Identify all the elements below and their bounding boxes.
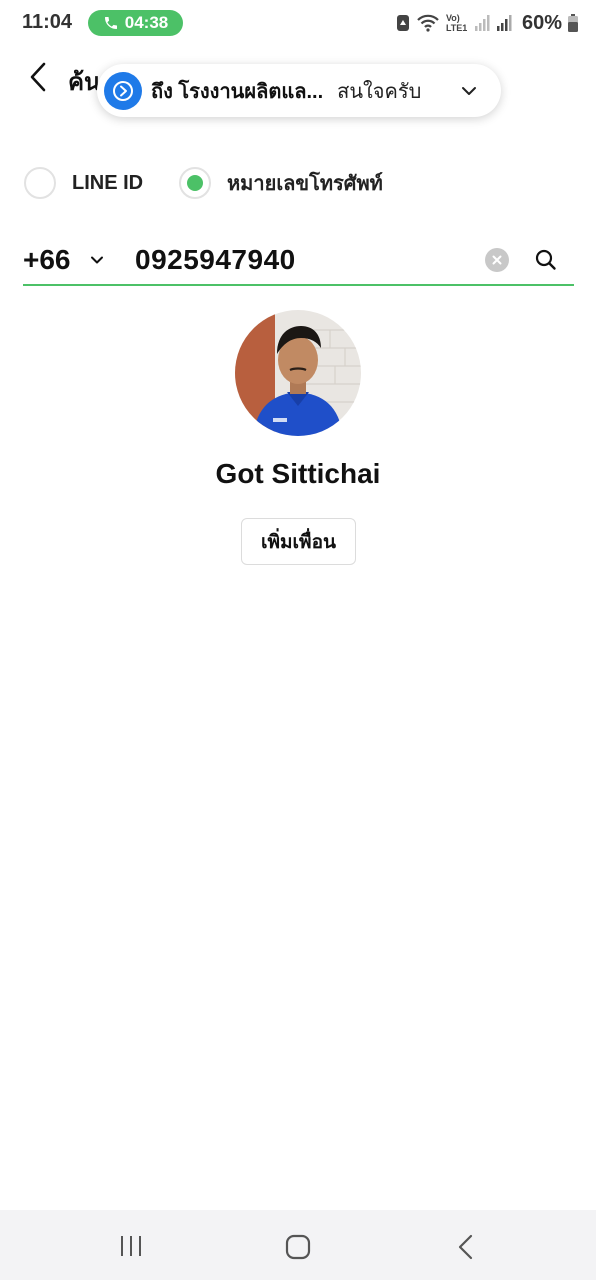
radio-option-phone-number[interactable]: หมายเลขโทรศัพท์ bbox=[179, 166, 383, 200]
search-icon[interactable] bbox=[533, 247, 559, 273]
clear-button[interactable] bbox=[485, 248, 509, 272]
status-time: 11:04 bbox=[22, 11, 73, 33]
clear-icon bbox=[492, 255, 502, 265]
chat-notification-banner[interactable]: ถึง โรงงานผลิตแล... สนใจครับ bbox=[97, 64, 501, 117]
chevron-down-icon[interactable] bbox=[89, 252, 105, 268]
avatar bbox=[235, 310, 361, 436]
status-icons: Vo) LTE1 60% bbox=[396, 10, 578, 36]
call-timer: 04:38 bbox=[124, 13, 169, 32]
banner-message: สนใจครับ bbox=[337, 80, 422, 103]
banner-chat-title: ถึง โรงงานผลิตแล... bbox=[151, 80, 324, 103]
country-code-selector[interactable]: +66 bbox=[23, 244, 71, 276]
back-button[interactable] bbox=[26, 60, 54, 94]
radio-button-line-id[interactable] bbox=[24, 167, 56, 199]
notification-icon bbox=[396, 15, 409, 31]
radio-label-line-id: LINE ID bbox=[72, 171, 144, 194]
back-icon bbox=[30, 62, 46, 92]
battery-percent: 60% bbox=[521, 11, 562, 34]
wifi-icon bbox=[417, 14, 439, 32]
phone-number-input[interactable]: 0925947940 bbox=[135, 244, 296, 276]
result-name: Got Sittichai bbox=[215, 458, 381, 489]
home-icon[interactable] bbox=[285, 1234, 311, 1260]
add-friend-button[interactable]: เพิ่มเพื่อน bbox=[241, 518, 356, 565]
radio-selected-dot bbox=[187, 175, 203, 191]
radio-option-line-id[interactable]: LINE ID bbox=[24, 166, 143, 200]
signal-icon-2 bbox=[496, 15, 512, 31]
nav-back-icon[interactable] bbox=[455, 1233, 477, 1261]
chat-app-icon bbox=[104, 71, 142, 110]
status-bar: 11:04 04:38 Vo) LTE1 60% bbox=[0, 0, 596, 46]
recent-apps-icon[interactable] bbox=[118, 1234, 144, 1258]
system-navigation-bar bbox=[0, 1210, 596, 1280]
battery-icon bbox=[568, 14, 578, 32]
network-type-label: Vo) LTE1 bbox=[445, 13, 468, 33]
signal-icon-1 bbox=[474, 15, 490, 31]
radio-button-phone-number[interactable] bbox=[179, 167, 211, 199]
ongoing-call-pill[interactable]: 04:38 bbox=[88, 10, 183, 36]
phone-search-field: +66 0925947940 bbox=[23, 236, 574, 286]
radio-label-phone-number: หมายเลขโทรศัพท์ bbox=[227, 173, 383, 195]
chevron-down-icon[interactable] bbox=[459, 81, 479, 101]
phone-icon bbox=[104, 17, 117, 29]
